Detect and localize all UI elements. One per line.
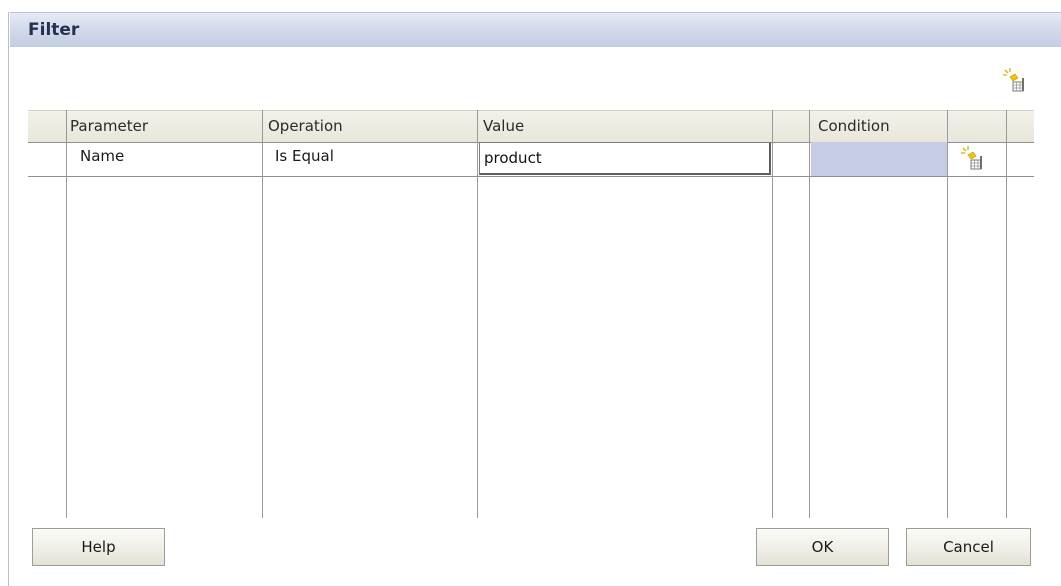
cell-condition[interactable] [811, 142, 947, 176]
add-row-icon[interactable] [1002, 68, 1028, 94]
dialog-left-border [8, 12, 9, 586]
column-header-parameter[interactable]: Parameter [70, 117, 148, 135]
column-header-operation[interactable]: Operation [268, 117, 343, 135]
column-divider [772, 110, 773, 518]
column-header-condition[interactable]: Condition [818, 117, 890, 135]
dialog-title-bar: Filter [10, 12, 1061, 47]
row-add-icon[interactable] [960, 146, 986, 172]
cancel-button[interactable]: Cancel [906, 528, 1031, 566]
cell-parameter[interactable]: Name [80, 147, 124, 165]
column-header-value[interactable]: Value [483, 117, 524, 135]
value-input[interactable] [479, 142, 771, 175]
dialog-title: Filter [28, 20, 80, 40]
cell-operation[interactable]: Is Equal [275, 147, 334, 165]
column-divider [947, 110, 948, 518]
column-divider [1006, 110, 1007, 518]
ok-button[interactable]: OK [756, 528, 889, 566]
column-divider [809, 110, 810, 518]
column-divider [477, 110, 478, 518]
column-divider [66, 110, 67, 518]
help-button[interactable]: Help [32, 528, 165, 566]
grid-header: Parameter Operation Value Condition [28, 110, 1034, 143]
row-divider [28, 176, 1034, 177]
column-divider [262, 110, 263, 518]
